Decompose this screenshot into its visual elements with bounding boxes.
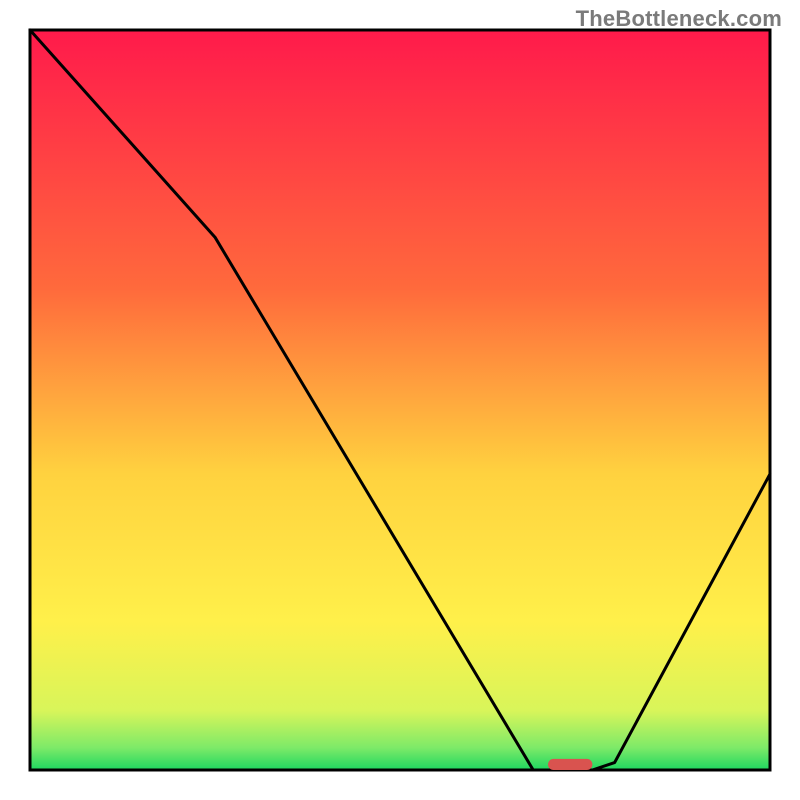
bottleneck-chart: TheBottleneck.com bbox=[0, 0, 800, 800]
optimal-range-marker bbox=[548, 759, 592, 770]
watermark-label: TheBottleneck.com bbox=[576, 6, 782, 32]
chart-svg bbox=[0, 0, 800, 800]
plot-background bbox=[30, 30, 770, 770]
